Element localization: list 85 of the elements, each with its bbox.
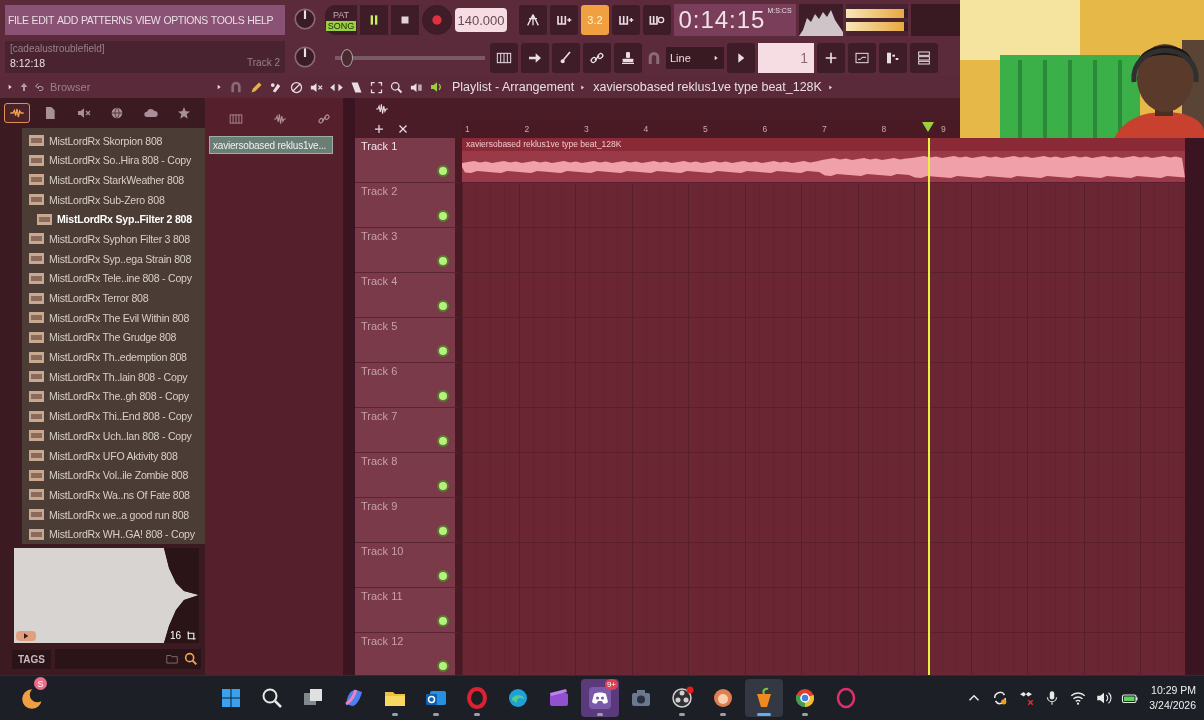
track-header[interactable]: Track 2 bbox=[355, 183, 462, 228]
browser-item[interactable]: MistLordRx The Evil Within 808 bbox=[49, 311, 190, 324]
menu-item[interactable]: VIEW bbox=[135, 14, 161, 26]
track-name: Track 6 bbox=[361, 365, 398, 377]
mode-toggle[interactable]: PAT SONG bbox=[325, 5, 357, 35]
clock-time[interactable]: 10:29 PM bbox=[1151, 683, 1196, 698]
audio-clip[interactable]: xaviersobased reklus1ve type beat_128K bbox=[462, 138, 1185, 182]
track-header[interactable]: Track 4 bbox=[355, 273, 462, 318]
browser-item[interactable]: MistLordRx Th..edemption 808 bbox=[49, 351, 187, 364]
taskbar-button[interactable]: 9+ bbox=[581, 679, 619, 717]
song-time[interactable]: 0:14:15 bbox=[678, 6, 766, 34]
hint-target: Track 2 bbox=[247, 56, 280, 70]
bar-number: 5 bbox=[702, 123, 709, 136]
track-header[interactable]: Track 8 bbox=[355, 453, 462, 498]
track-header[interactable]: Track 10 bbox=[355, 543, 462, 588]
bar-number: 2 bbox=[523, 123, 531, 136]
pattern-selector[interactable]: 1 bbox=[758, 43, 814, 73]
menu-item[interactable]: TOOLS bbox=[210, 14, 245, 26]
browser-item[interactable]: MistLordRx Vol..ile Zombie 808 bbox=[49, 469, 189, 482]
track-header[interactable]: Track 11 bbox=[355, 588, 462, 633]
menu-item[interactable]: PATTERNS bbox=[80, 14, 133, 26]
track-header[interactable]: Track 9 bbox=[355, 498, 462, 543]
menu-item[interactable]: HELP bbox=[247, 14, 274, 26]
track-name: Track 11 bbox=[361, 590, 403, 602]
browser-item[interactable]: MistLordRx Sub-Zero 808 bbox=[49, 193, 165, 206]
track-header[interactable]: Track 12 bbox=[355, 633, 462, 675]
track-name: Track 5 bbox=[361, 320, 398, 332]
browser-item[interactable]: MistLordRx The..gh 808 - Copy bbox=[49, 390, 189, 403]
browser-item[interactable]: MistLordRx Tele..ine 808 - Copy bbox=[49, 272, 192, 285]
menu-item[interactable]: EDIT bbox=[31, 14, 54, 26]
track-name: Track 9 bbox=[361, 500, 398, 512]
clock-date[interactable]: 3/24/2026 bbox=[1149, 698, 1196, 713]
bar-number: 8 bbox=[880, 123, 888, 136]
browser-item[interactable]: MistLordRx StarkWeather 808 bbox=[49, 173, 184, 186]
pat-label: PAT bbox=[331, 9, 351, 20]
track-name: Track 7 bbox=[361, 410, 398, 422]
notification-badge: 9+ bbox=[604, 679, 618, 690]
track-header[interactable]: Track 1 bbox=[355, 138, 462, 183]
track-header[interactable]: Track 5 bbox=[355, 318, 462, 363]
track-header[interactable]: Track 7 bbox=[355, 408, 462, 453]
track-name: Track 4 bbox=[361, 275, 398, 287]
browser-item[interactable]: MistLordRx Uch..lan 808 - Copy bbox=[49, 429, 192, 442]
timeline-ruler[interactable]: 1 2 3 4 5 6 7 8 9 bbox=[462, 120, 960, 138]
browser-item[interactable]: MistLordRx Syp..ega Strain 808 bbox=[49, 252, 192, 265]
hint-time: 8:12:18 bbox=[10, 56, 47, 71]
notification-badge: S bbox=[34, 677, 47, 690]
browser-item[interactable]: MistLordRx Th..lain 808 - Copy bbox=[49, 370, 188, 383]
menu-item[interactable]: ADD bbox=[56, 14, 78, 26]
hint-text: [cadealustroublefield] bbox=[10, 43, 106, 56]
track-header[interactable]: Track 3 bbox=[355, 228, 462, 273]
browser-item[interactable]: MistLordRx Wa..ns Of Fate 808 bbox=[49, 488, 190, 501]
tags-button[interactable]: TAGS bbox=[12, 649, 52, 669]
track-name: Track 8 bbox=[361, 455, 398, 467]
menu-item[interactable]: FILE bbox=[8, 14, 29, 26]
menu-item[interactable]: OPTIONS bbox=[163, 14, 208, 26]
clip-label: xaviersobased reklus1ve type beat_128K bbox=[462, 138, 1185, 151]
browser-item[interactable]: MistLordRx Syphon Filter 3 808 bbox=[49, 233, 190, 245]
browser-item[interactable]: MistLordRx Syp..Filter 2 808 bbox=[57, 213, 192, 226]
bar-number: 6 bbox=[761, 123, 769, 136]
track-name: Track 12 bbox=[361, 635, 404, 647]
bar-number: 3 bbox=[583, 123, 590, 136]
browser-item[interactable]: MistLordRx The Grudge 808 bbox=[49, 331, 177, 344]
browser-item[interactable]: MistLordRx Skorpion 808 bbox=[49, 134, 163, 147]
browser-title: Browser bbox=[50, 80, 91, 93]
tempo-display[interactable]: 140.000 bbox=[455, 8, 507, 32]
track-name: Track 1 bbox=[361, 140, 398, 152]
browser-item[interactable]: MistLordRx UFO Aktivity 808 bbox=[49, 449, 178, 462]
song-label: SONG bbox=[325, 20, 357, 31]
playlist-title: Playlist - Arrangement bbox=[452, 80, 575, 94]
bar-number: 4 bbox=[642, 123, 650, 136]
snap-select[interactable]: Line bbox=[666, 47, 724, 69]
browser-item[interactable]: MistLordRx WH..GA! 808 - Copy bbox=[49, 528, 195, 541]
browser-item[interactable]: MistLordRx Terror 808 bbox=[49, 292, 149, 305]
pattern-name[interactable]: xaviersobased reklus1ve type beat_128K bbox=[593, 80, 822, 94]
track-header[interactable]: Track 6 bbox=[355, 363, 462, 408]
browser-item[interactable]: MistLordRx Thi..End 808 - Copy bbox=[49, 410, 193, 423]
track-name: Track 3 bbox=[361, 230, 398, 242]
bar-number: 9 bbox=[940, 123, 947, 136]
bar-number: 1 bbox=[464, 123, 471, 136]
bar-number: 7 bbox=[821, 123, 828, 136]
browser-item[interactable]: MistLordRx we..a good run 808 bbox=[49, 508, 189, 521]
track-name: Track 10 bbox=[361, 545, 404, 557]
track-name: Track 2 bbox=[361, 185, 398, 197]
clip-source-item[interactable]: xaviersobased reklus1ve... bbox=[209, 136, 333, 154]
browser-item[interactable]: MistLordRx So..Hira 808 - Copy bbox=[49, 154, 192, 167]
